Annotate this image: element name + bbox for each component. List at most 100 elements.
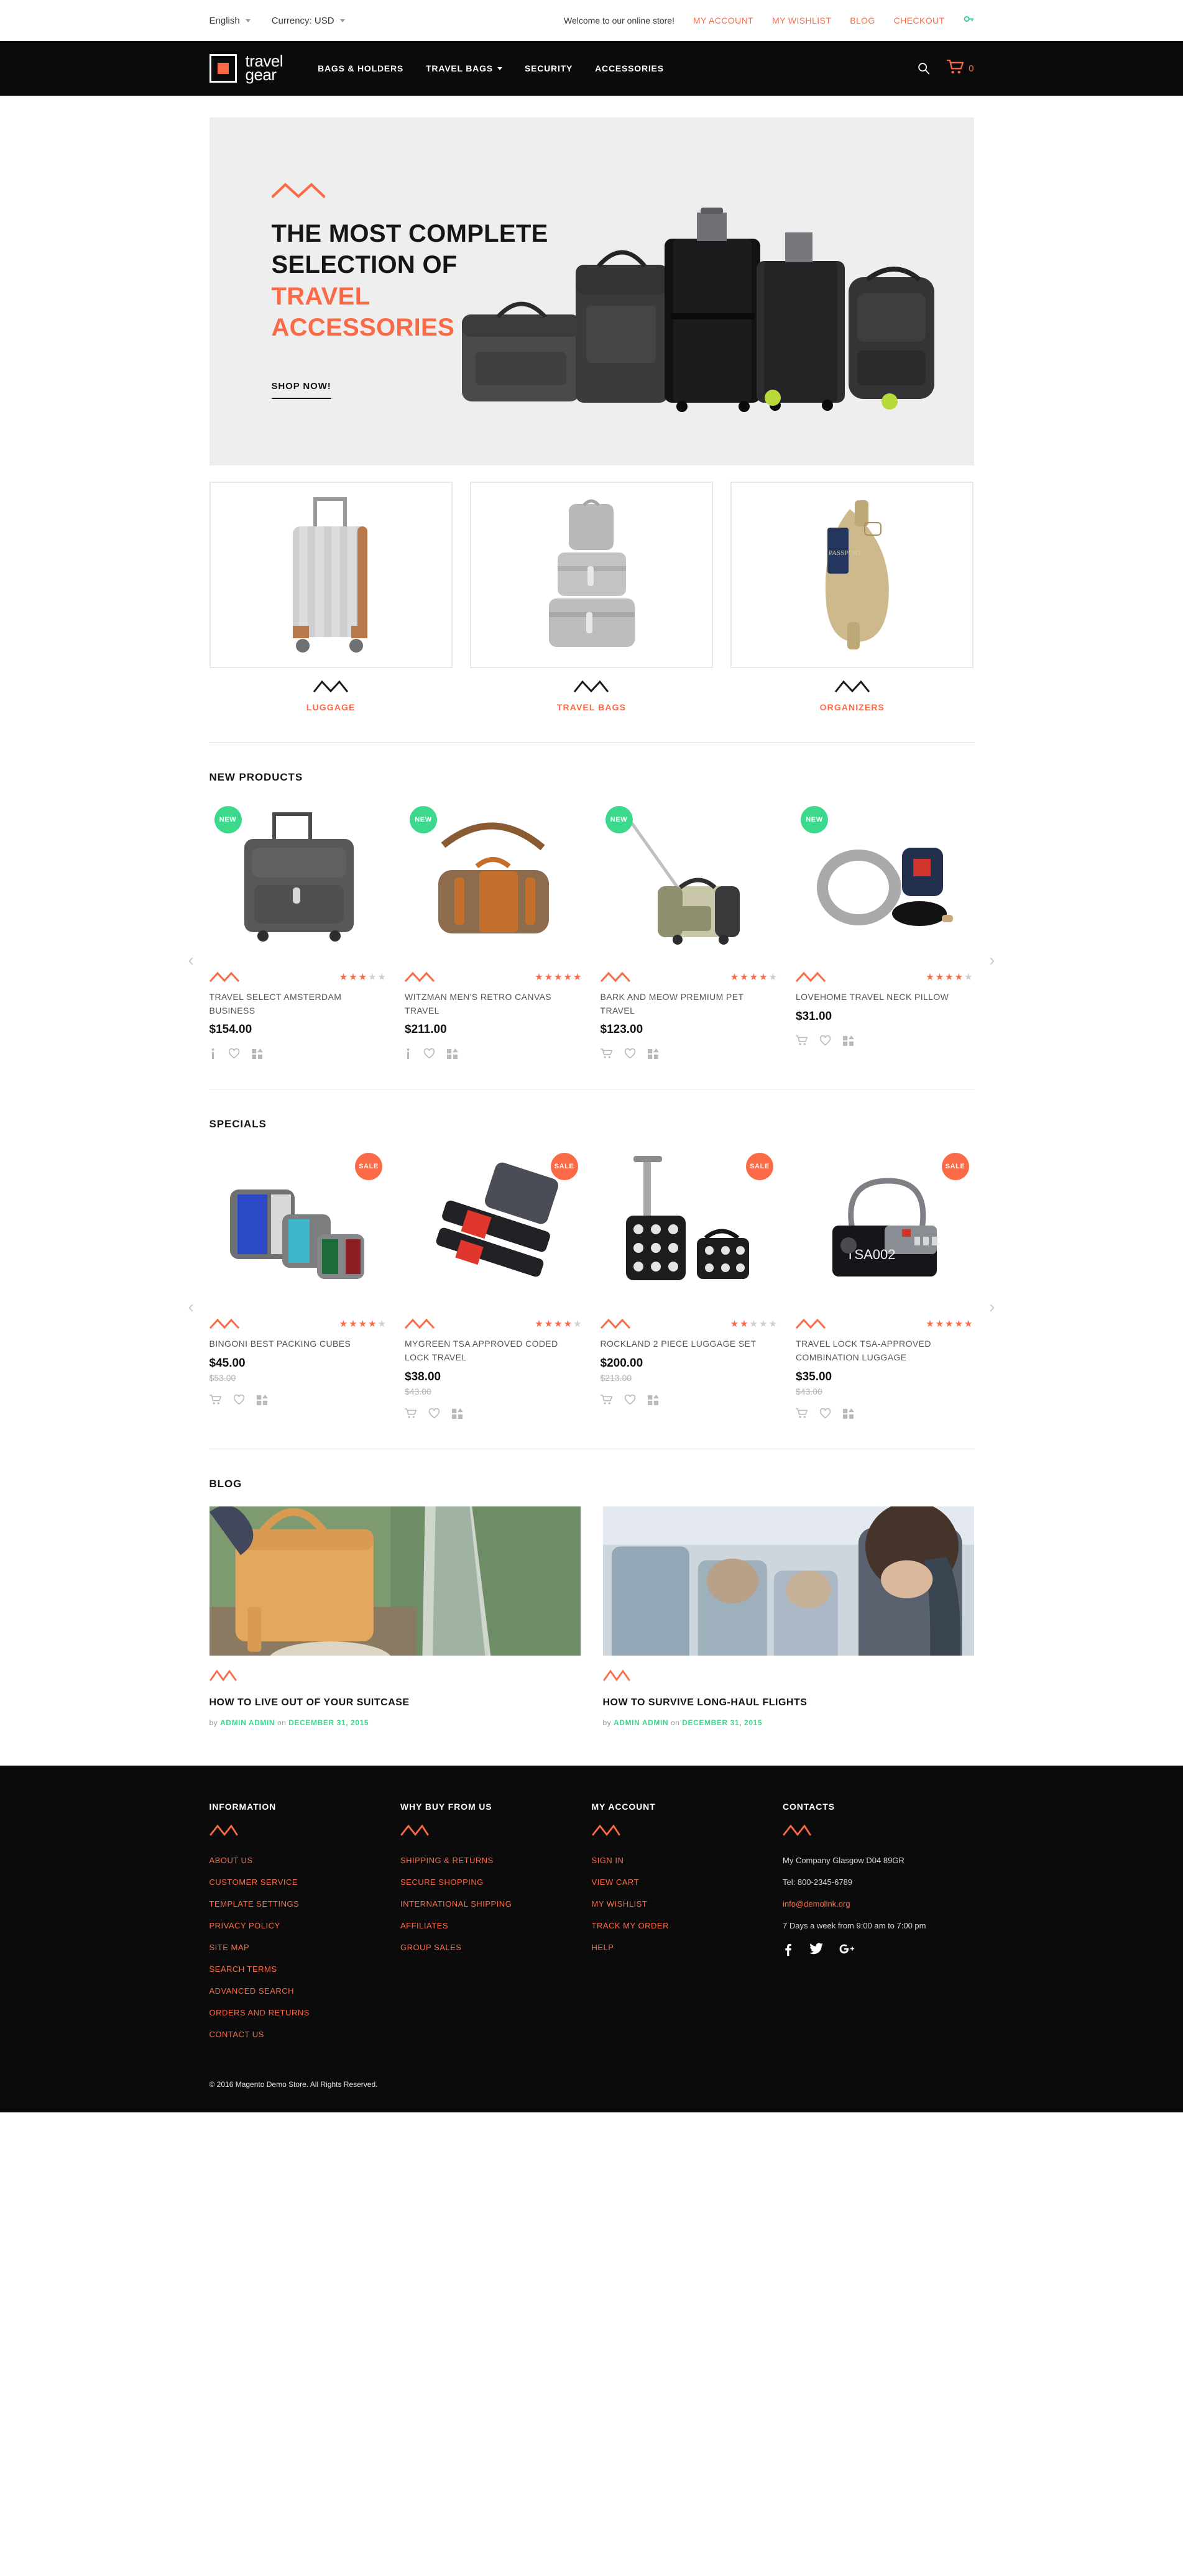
compare-icon[interactable] xyxy=(251,1048,263,1060)
blog-post-title[interactable]: HOW TO LIVE OUT OF YOUR SUITCASE xyxy=(209,1697,581,1708)
add-to-cart-icon[interactable] xyxy=(796,1035,808,1046)
language-selector[interactable]: English xyxy=(209,16,251,26)
category-tile-organizers[interactable]: PASSPORT ORGANIZERS xyxy=(730,482,974,712)
carousel-prev-button-new[interactable]: ‹ xyxy=(183,949,199,971)
footer-link[interactable]: ADVANCED SEARCH xyxy=(209,1986,401,1996)
product-card[interactable]: NEW ★★★★★ LOVEHOME TRAVEL NECK PILLOW $31.0… xyxy=(796,800,974,1059)
footer-link[interactable]: PRIVACY POLICY xyxy=(209,1921,401,1930)
product-card[interactable]: NEW ★★★★★ WITZMAN MEN'S RETRO CANVAS TRAVE… xyxy=(405,800,583,1060)
twitter-icon[interactable] xyxy=(809,1943,823,1956)
currency-selector[interactable]: Currency: USD xyxy=(272,16,345,26)
footer-link[interactable]: CUSTOMER SERVICE xyxy=(209,1877,401,1887)
blog-post-card[interactable]: HOW TO SURVIVE LONG-HAUL FLIGHTS by ADMI… xyxy=(602,1506,974,1727)
footer-link[interactable]: ABOUT US xyxy=(209,1856,401,1865)
product-card[interactable]: SALE ★★★★★ BINGONI BEST PACKING CUBES $45.0… xyxy=(209,1147,388,1418)
carousel-next-button-specials[interactable]: › xyxy=(984,1296,1000,1318)
footer-link[interactable]: VIEW CART xyxy=(592,1877,783,1887)
product-name-link[interactable]: BARK AND MEOW PREMIUM PET TRAVEL xyxy=(601,991,779,1017)
compare-icon[interactable] xyxy=(843,1408,854,1419)
footer-link[interactable]: MY WISHLIST xyxy=(592,1899,783,1909)
product-card[interactable]: SALE ★★★★★ MYGREEN TSA APPROVED CODED LOCK… xyxy=(405,1147,583,1419)
wishlist-heart-icon[interactable] xyxy=(819,1035,831,1046)
nav-item-accessories[interactable]: ACCESSORIES xyxy=(595,63,664,73)
compare-icon[interactable] xyxy=(447,1048,458,1060)
product-card[interactable]: NEW ★★★★★ TRAVEL SELECT AMSTERDAM BUSINESS… xyxy=(209,800,388,1060)
product-name-link[interactable]: TRAVEL SELECT AMSTERDAM BUSINESS xyxy=(209,991,388,1017)
mini-cart-button[interactable]: 0 xyxy=(947,59,974,78)
compare-icon[interactable] xyxy=(647,1048,659,1060)
product-name-link[interactable]: LOVEHOME TRAVEL NECK PILLOW xyxy=(796,991,974,1004)
rating-star: ★ xyxy=(368,1318,378,1329)
product-old-price: $213.00 xyxy=(600,1373,632,1383)
add-to-cart-icon[interactable] xyxy=(600,1395,612,1405)
carousel-next-button-new[interactable]: › xyxy=(984,949,1000,971)
google-plus-icon[interactable] xyxy=(839,1943,854,1956)
product-name-link[interactable]: BINGONI BEST PACKING CUBES xyxy=(209,1337,388,1351)
compare-icon[interactable] xyxy=(843,1035,854,1046)
footer-link[interactable]: SITE MAP xyxy=(209,1943,401,1952)
product-name-link[interactable]: TRAVEL LOCK TSA-APPROVED COMBINATION LUG… xyxy=(796,1337,974,1364)
footer-link[interactable]: GROUP SALES xyxy=(400,1943,592,1952)
footer-link[interactable]: INTERNATIONAL SHIPPING xyxy=(400,1899,592,1909)
search-icon[interactable] xyxy=(917,62,931,75)
product-name-link[interactable]: ROCKLAND 2 PIECE LUGGAGE SET xyxy=(601,1337,779,1351)
product-name-link[interactable]: WITZMAN MEN'S RETRO CANVAS TRAVEL xyxy=(405,991,583,1017)
product-card[interactable]: SALE ★★★★★ ROCKLAND 2 PIECE LUGGAGE SET $20… xyxy=(600,1147,779,1418)
facebook-icon[interactable] xyxy=(783,1943,793,1956)
footer-link[interactable]: SHIPPING & RETURNS xyxy=(400,1856,592,1865)
wishlist-heart-icon[interactable] xyxy=(423,1048,435,1059)
wishlist-heart-icon[interactable] xyxy=(624,1048,636,1059)
info-icon[interactable] xyxy=(209,1048,216,1060)
compare-icon[interactable] xyxy=(452,1408,463,1419)
product-card[interactable]: NEW ★★★★★ BARK AND MEOW PREMIUM PET TRAVEL… xyxy=(600,800,779,1060)
add-to-cart-icon[interactable] xyxy=(209,1395,221,1405)
product-price: $211.00 xyxy=(405,1023,447,1037)
wishlist-heart-icon[interactable] xyxy=(624,1395,636,1405)
nav-item-bags-holders[interactable]: BAGS & HOLDERS xyxy=(318,63,403,73)
add-to-cart-icon[interactable] xyxy=(600,1048,612,1059)
hero-banner[interactable]: THE MOST COMPLETE SELECTION OF TRAVEL AC… xyxy=(209,117,974,465)
footer-link[interactable]: CONTACT US xyxy=(209,2030,401,2039)
nav-item-security[interactable]: SECURITY xyxy=(525,63,573,73)
zigzag-ornament-icon xyxy=(209,971,239,983)
footer-link[interactable]: SEARCH TERMS xyxy=(209,1964,401,1974)
top-link-my-account[interactable]: MY ACCOUNT xyxy=(693,16,753,25)
wishlist-heart-icon[interactable] xyxy=(228,1048,240,1059)
key-icon[interactable] xyxy=(964,14,974,27)
compare-icon[interactable] xyxy=(647,1395,659,1406)
blog-post-title[interactable]: HOW TO SURVIVE LONG-HAUL FLIGHTS xyxy=(603,1697,974,1708)
product-name-link[interactable]: MYGREEN TSA APPROVED CODED LOCK TRAVEL xyxy=(405,1337,583,1364)
carousel-prev-button-specials[interactable]: ‹ xyxy=(183,1296,199,1318)
product-card[interactable]: SALE TSA002 ★★★★★ TRAVEL LOCK TSA-APPROVED … xyxy=(796,1147,974,1419)
compare-icon[interactable] xyxy=(256,1395,268,1406)
footer-link[interactable]: HELP xyxy=(592,1943,783,1952)
add-to-cart-icon[interactable] xyxy=(796,1408,808,1419)
category-tile-travel-bags[interactable]: TRAVEL BAGS xyxy=(469,482,714,712)
footer-link[interactable]: SECURE SHOPPING xyxy=(400,1877,592,1887)
contact-address: My Company Glasgow D04 89GR xyxy=(783,1855,905,1865)
footer-link[interactable]: ORDERS AND RETURNS xyxy=(209,2008,401,2017)
top-link-blog[interactable]: BLOG xyxy=(850,16,875,25)
top-link-my-wishlist[interactable]: MY WISHLIST xyxy=(772,16,831,25)
footer-link[interactable]: TRACK MY ORDER xyxy=(592,1921,783,1930)
contact-email-link[interactable]: info@demolink.org xyxy=(783,1899,974,1909)
top-link-checkout[interactable]: CHECKOUT xyxy=(894,16,945,25)
wishlist-heart-icon[interactable] xyxy=(233,1395,245,1405)
info-icon[interactable] xyxy=(405,1048,412,1060)
nav-item-travel-bags[interactable]: TRAVEL BAGS xyxy=(426,63,502,73)
wishlist-heart-icon[interactable] xyxy=(819,1408,831,1419)
footer-link[interactable]: TEMPLATE SETTINGS xyxy=(209,1899,401,1909)
chevron-down-icon xyxy=(497,66,502,70)
footer-link[interactable]: AFFILIATES xyxy=(400,1921,592,1930)
blog-date: DECEMBER 31, 2015 xyxy=(682,1718,763,1727)
shop-now-button[interactable]: SHOP NOW! xyxy=(271,381,331,399)
site-logo[interactable]: travel gear xyxy=(209,53,283,83)
wishlist-heart-icon[interactable] xyxy=(428,1408,440,1419)
product-rating: ★★★★★ xyxy=(535,1319,582,1329)
footer-link[interactable]: SIGN IN xyxy=(592,1856,783,1865)
main-header: travel gear BAGS & HOLDERS TRAVEL BAGS S… xyxy=(0,41,1183,96)
rating-star: ★ xyxy=(339,971,349,983)
add-to-cart-icon[interactable] xyxy=(405,1408,417,1419)
blog-post-card[interactable]: HOW TO LIVE OUT OF YOUR SUITCASE by ADMI… xyxy=(209,1506,581,1727)
category-tile-luggage[interactable]: LUGGAGE xyxy=(209,482,453,712)
